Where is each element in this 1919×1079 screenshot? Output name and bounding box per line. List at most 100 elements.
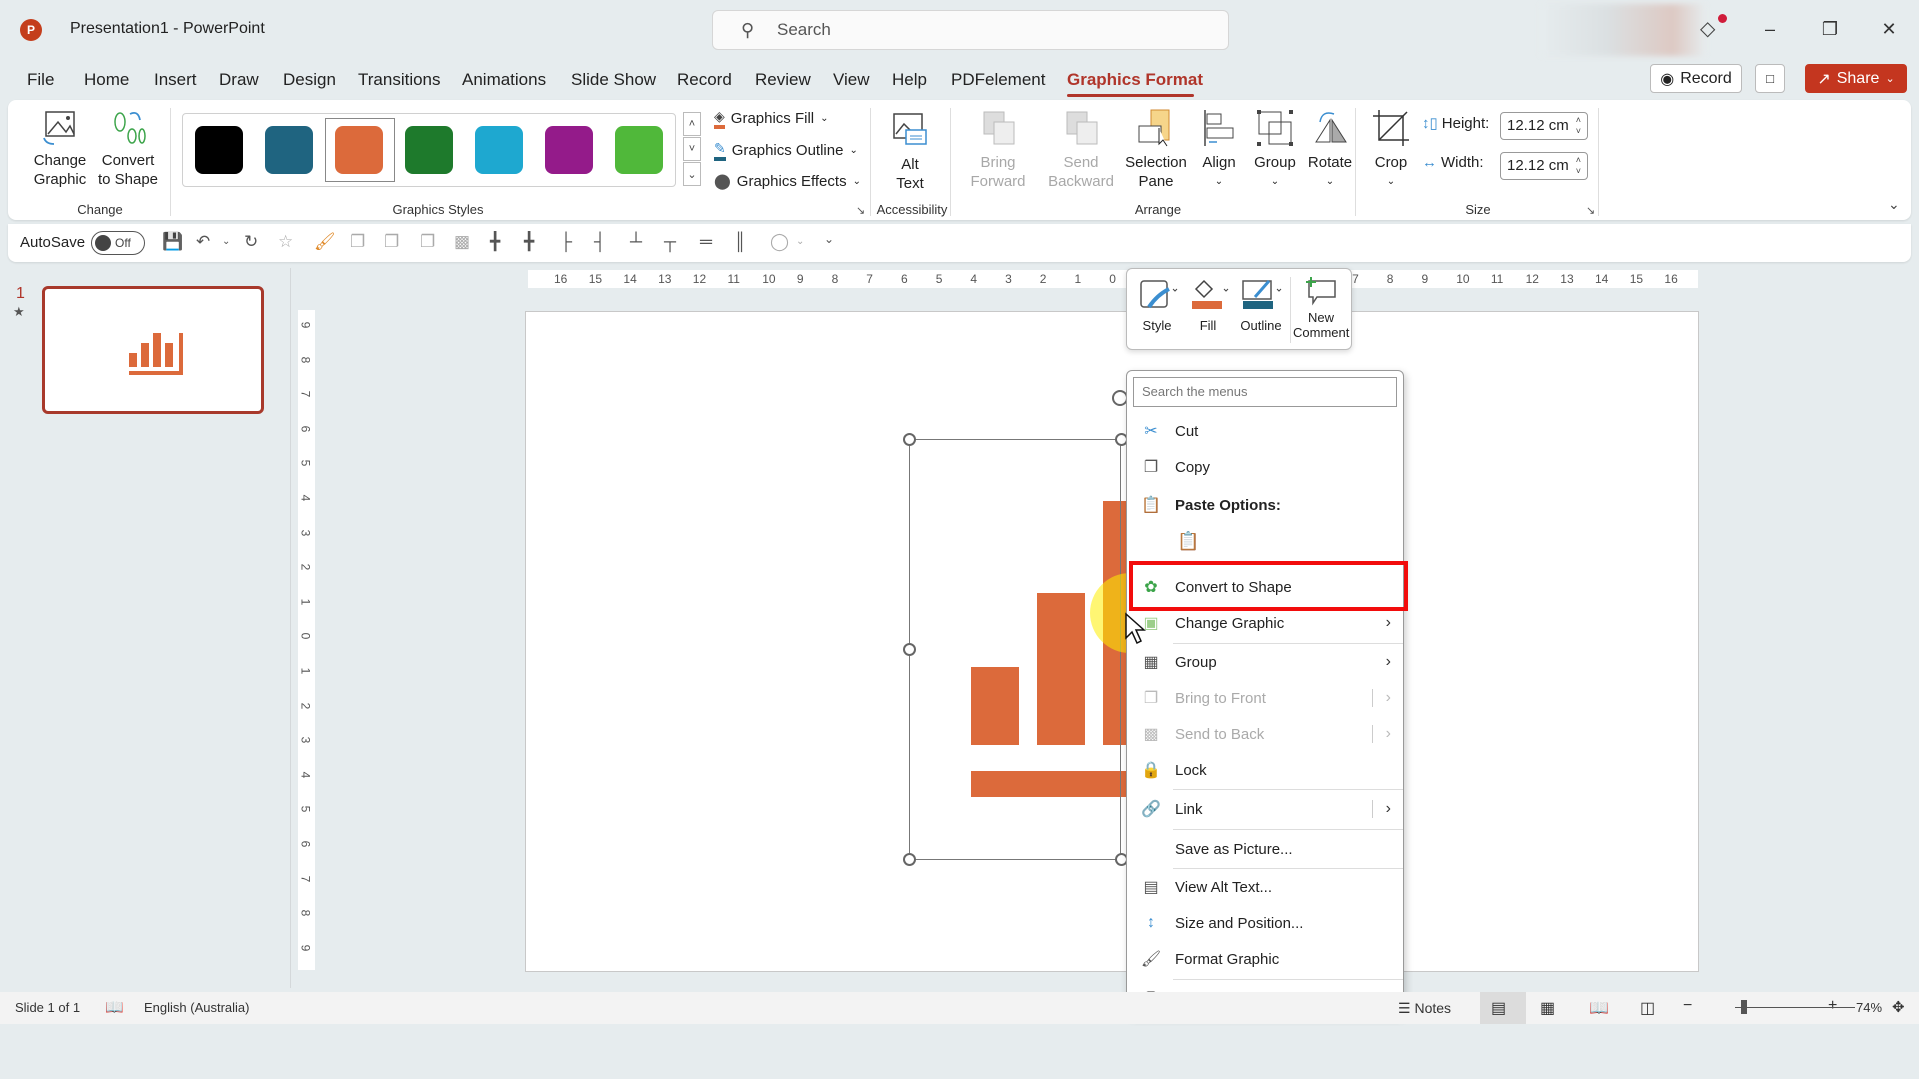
menu-item-lock[interactable]: 🔒 Lock — [1127, 752, 1403, 788]
height-input[interactable]: 12.12 cm ˄ ˅ — [1500, 112, 1588, 140]
style-swatch-light-green[interactable] — [615, 126, 663, 174]
width-input[interactable]: 12.12 cm ˄ ˅ — [1500, 152, 1588, 180]
merge-shapes-icon[interactable]: ◯ — [770, 232, 789, 252]
alt-text-button[interactable]: Alt Text — [880, 110, 940, 193]
resize-handle-top-left[interactable] — [903, 433, 916, 446]
tab-file[interactable]: File — [27, 70, 54, 90]
bring-forward-button[interactable]: Bring Forward — [963, 108, 1033, 191]
align-bottom-icon[interactable]: ┴ — [630, 232, 642, 252]
rotate-button[interactable]: Rotate ⌄ — [1302, 108, 1358, 191]
menu-item-size-and-position[interactable]: ↕ Size and Position... — [1127, 905, 1403, 941]
style-swatch-black[interactable] — [195, 126, 243, 174]
selection-pane-button[interactable]: Selection Pane — [1118, 108, 1194, 191]
undo-icon[interactable]: ↶ — [196, 232, 210, 252]
star-icon[interactable]: ☆ — [278, 232, 293, 252]
zoom-level[interactable]: 74% — [1856, 1000, 1882, 1015]
tab-transitions[interactable]: Transitions — [358, 70, 441, 90]
style-swatch-teal[interactable] — [265, 126, 313, 174]
align-left-icon[interactable]: ├ — [560, 232, 572, 252]
fit-to-window-icon[interactable]: ✥ — [1892, 998, 1905, 1016]
zoom-slider-track[interactable] — [1735, 1007, 1855, 1008]
gallery-more-button[interactable]: ⌄ — [683, 162, 701, 186]
gallery-scroll-down[interactable]: ˅ — [683, 137, 701, 161]
tab-design[interactable]: Design — [283, 70, 336, 90]
reading-view-icon[interactable]: 📖 — [1589, 998, 1609, 1018]
bring-to-front-qat-icon[interactable]: ❐ — [384, 232, 399, 252]
menu-item-save-as-picture[interactable]: Save as Picture... — [1127, 831, 1403, 867]
diamond-premium-icon[interactable]: ◇ — [1700, 16, 1715, 41]
resize-handle-left[interactable] — [903, 643, 916, 656]
selection-frame[interactable] — [909, 439, 1121, 860]
graphics-styles-launcher-icon[interactable]: ↘ — [856, 204, 865, 217]
notes-button[interactable]: ☰ Notes — [1398, 1000, 1451, 1017]
menu-item-copy[interactable]: ❐ Copy — [1127, 449, 1403, 485]
minimize-button[interactable]: – — [1750, 14, 1790, 44]
redo-icon[interactable]: ↻ — [244, 232, 258, 252]
send-backward-button[interactable]: Send Backward — [1041, 108, 1121, 191]
mini-fill-button[interactable]: Fill — [1185, 275, 1231, 333]
paste-keep-source-button[interactable]: 📋 — [1177, 531, 1199, 552]
align-button[interactable]: Align ⌄ — [1194, 108, 1244, 191]
format-painter-icon[interactable]: 🖌 — [314, 232, 336, 252]
graphics-fill-button[interactable]: ◈ Graphics Fill ⌄ — [714, 108, 829, 129]
style-swatch-orange[interactable] — [335, 126, 383, 174]
style-swatch-cyan[interactable] — [475, 126, 523, 174]
accessibility-check-icon[interactable]: 📖 — [105, 998, 124, 1016]
zoom-slider-thumb[interactable] — [1741, 1000, 1747, 1014]
language-indicator[interactable]: English (Australia) — [144, 1000, 250, 1015]
graphics-effects-button[interactable]: ⬤ Graphics Effects ⌄ — [714, 172, 861, 191]
slide-show-view-icon[interactable]: ◫ — [1640, 998, 1655, 1018]
undo-dropdown-icon[interactable]: ⌄ — [222, 236, 230, 247]
change-graphic-button[interactable]: Change Graphic — [30, 108, 90, 189]
tab-pdfelement[interactable]: PDFelement — [951, 70, 1045, 90]
resize-handle-bottom-left[interactable] — [903, 853, 916, 866]
mini-new-comment-button[interactable]: New Comment — [1293, 275, 1349, 340]
convert-to-shape-button[interactable]: Convert to Shape — [96, 108, 160, 189]
group-button[interactable]: Group ⌄ — [1248, 108, 1302, 191]
tab-record[interactable]: Record — [677, 70, 732, 90]
slide-thumbnail[interactable] — [42, 286, 264, 414]
menu-item-view-alt-text[interactable]: ▤ View Alt Text... — [1127, 869, 1403, 905]
zoom-out-button[interactable]: − — [1683, 997, 1692, 1015]
align-center-icon[interactable]: ╋ — [490, 232, 500, 252]
share-button[interactable]: ↗ Share ⌄ — [1805, 64, 1907, 93]
account-profile[interactable] — [1540, 4, 1706, 56]
tab-animations[interactable]: Animations — [462, 70, 546, 90]
restore-button[interactable]: ❐ — [1810, 14, 1850, 44]
panel-divider[interactable] — [290, 268, 291, 988]
menu-item-group[interactable]: ▦ Group › — [1127, 644, 1403, 680]
send-backward-qat-icon[interactable]: ❐ — [420, 232, 435, 252]
tab-home[interactable]: Home — [84, 70, 129, 90]
autosave-toggle[interactable]: Off — [91, 231, 145, 255]
record-button[interactable]: ◉ Record — [1650, 64, 1742, 93]
align-middle-icon[interactable]: ╋ — [524, 232, 534, 252]
collapse-ribbon-icon[interactable]: ⌄ — [1888, 196, 1900, 213]
menu-item-send-to-back[interactable]: ▩ Send to Back › — [1127, 716, 1403, 752]
save-icon[interactable]: 💾 — [162, 232, 183, 252]
search-menus-input[interactable]: Search the menus — [1133, 377, 1397, 407]
distribute-horizontal-icon[interactable]: ║ — [734, 232, 746, 252]
customize-qat-icon[interactable]: ⌄ — [824, 232, 834, 246]
tab-review[interactable]: Review — [755, 70, 811, 90]
tab-help[interactable]: Help — [892, 70, 927, 90]
menu-item-cut[interactable]: ✂ Cut — [1127, 413, 1403, 449]
tab-draw[interactable]: Draw — [219, 70, 259, 90]
menu-item-link[interactable]: 🔗 Link › — [1127, 791, 1403, 827]
width-spinner[interactable]: ˄ ˅ — [1576, 155, 1581, 177]
tab-insert[interactable]: Insert — [154, 70, 197, 90]
menu-item-bring-to-front[interactable]: ❐ Bring to Front › — [1127, 680, 1403, 716]
mini-outline-button[interactable]: Outline — [1235, 275, 1287, 333]
align-right-icon[interactable]: ┤ — [594, 232, 606, 252]
tab-slide-show[interactable]: Slide Show — [571, 70, 656, 90]
send-to-back-qat-icon[interactable]: ▩ — [454, 232, 470, 252]
size-launcher-icon[interactable]: ↘ — [1586, 204, 1595, 217]
mini-style-button[interactable]: Style — [1133, 275, 1181, 333]
height-spinner[interactable]: ˄ ˅ — [1576, 115, 1581, 137]
gallery-scroll-up[interactable]: ˄ — [683, 112, 701, 136]
bring-forward-qat-icon[interactable]: ❐ — [350, 232, 365, 252]
slide-sorter-icon[interactable]: ▦ — [1540, 998, 1555, 1018]
search-box[interactable]: ⚲ Search — [712, 10, 1229, 50]
align-top-icon[interactable]: ┬ — [664, 232, 676, 252]
style-swatch-purple[interactable] — [545, 126, 593, 174]
graphics-outline-button[interactable]: ✎ Graphics Outline ⌄ — [714, 140, 858, 161]
